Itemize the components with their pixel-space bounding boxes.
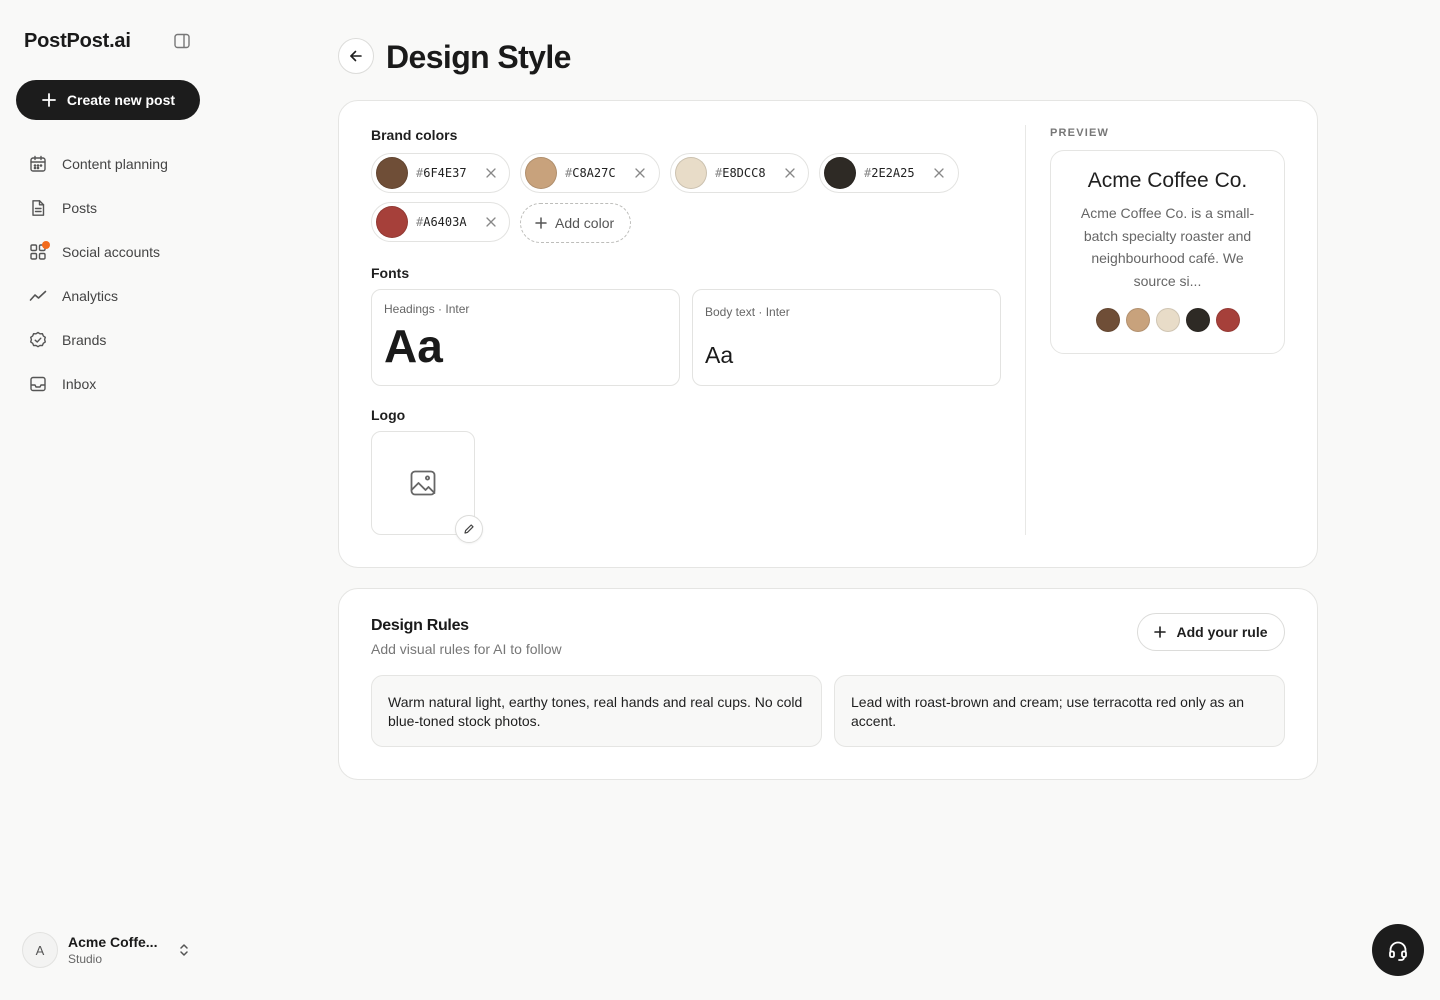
design-rule-item[interactable]: Lead with roast-brown and cream; use ter… xyxy=(834,675,1285,747)
sidebar-item-label: Analytics xyxy=(62,288,119,304)
image-icon xyxy=(410,470,436,496)
grid-icon xyxy=(28,241,50,262)
sidebar-item-brands[interactable]: Brands xyxy=(16,318,200,362)
color-chip[interactable]: #2E2A25 xyxy=(819,153,959,193)
color-hex[interactable]: #A6403A xyxy=(416,215,478,229)
body-font-selector[interactable]: Body text · Inter Aa xyxy=(692,289,1001,386)
headset-icon xyxy=(1389,941,1407,961)
add-rule-button[interactable]: Add your rule xyxy=(1137,613,1285,651)
preview-color-dot xyxy=(1155,308,1180,332)
sidebar-item-label: Content planning xyxy=(62,156,168,172)
avatar: A xyxy=(22,932,58,968)
preview-color-dot xyxy=(1215,308,1240,332)
design-rules-title: Design Rules xyxy=(371,617,469,634)
sidebar-item-analytics[interactable]: Analytics xyxy=(16,274,200,318)
brand-row: PostPost.ai xyxy=(24,28,192,54)
add-color-button[interactable]: Add color xyxy=(520,203,632,243)
back-button[interactable] xyxy=(338,38,374,74)
inbox-icon xyxy=(28,374,48,394)
sidebar-item-label: Brands xyxy=(62,332,107,348)
color-swatch[interactable] xyxy=(824,157,856,189)
page-title: Design Style xyxy=(386,39,571,75)
divider xyxy=(1025,125,1026,535)
color-swatch[interactable] xyxy=(675,157,707,189)
sidebar-item-label: Posts xyxy=(62,200,98,216)
fonts-label: Fonts xyxy=(371,265,410,281)
document-icon xyxy=(28,198,48,218)
close-icon[interactable] xyxy=(480,162,502,184)
color-hex[interactable]: #2E2A25 xyxy=(864,166,926,180)
close-icon[interactable] xyxy=(928,162,950,184)
sidebar-item-label: Social accounts xyxy=(62,244,161,260)
design-rules-card: Design Rules Add visual rules for AI to … xyxy=(338,588,1318,780)
preview-color-dot xyxy=(1125,308,1150,332)
body-font-sample: Aa xyxy=(705,342,734,368)
create-new-post-button[interactable]: Create new post xyxy=(16,80,200,120)
heading-font-sample: Aa xyxy=(384,320,443,372)
sidebar-item-label: Inbox xyxy=(62,376,97,392)
color-hex[interactable]: #C8A27C xyxy=(565,166,627,180)
preview-color-dot xyxy=(1095,308,1120,332)
support-button[interactable] xyxy=(1372,924,1424,976)
pencil-icon xyxy=(464,524,474,534)
color-swatch[interactable] xyxy=(376,157,408,189)
preview-color-dot xyxy=(1185,308,1210,332)
edit-logo-button[interactable] xyxy=(455,515,483,543)
close-icon[interactable] xyxy=(629,162,651,184)
account-switcher[interactable]: A Acme Coffe... Studio xyxy=(16,928,200,972)
heading-font-caption: Headings · Inter xyxy=(384,302,470,316)
color-chip[interactable]: #A6403A xyxy=(371,202,510,242)
plus-icon xyxy=(535,217,547,229)
color-chip[interactable]: #E8DCC8 xyxy=(670,153,809,193)
preview-description: Acme Coffee Co. is a small-batch special… xyxy=(1080,205,1255,289)
body-font-caption: Body text · Inter xyxy=(705,305,790,319)
account-plan: Studio xyxy=(68,952,103,966)
preview-color-dots xyxy=(1051,308,1284,332)
calendar-icon xyxy=(28,154,48,174)
sidebar-item-content-planning[interactable]: Content planning xyxy=(16,142,200,186)
sidebar-item-inbox[interactable]: Inbox xyxy=(16,362,200,406)
notification-dot xyxy=(42,241,50,249)
color-chip[interactable]: #6F4E37 xyxy=(371,153,510,193)
account-info: Acme Coffe... Studio xyxy=(68,934,168,966)
chevron-up-down-icon xyxy=(176,940,192,960)
sidebar-toggle-icon[interactable] xyxy=(172,31,192,51)
design-rules-subtitle: Add visual rules for AI to follow xyxy=(371,641,562,657)
color-hex[interactable]: #E8DCC8 xyxy=(715,166,777,180)
color-swatch[interactable] xyxy=(376,206,408,238)
color-chip[interactable]: #C8A27C xyxy=(520,153,660,193)
plus-icon xyxy=(42,93,56,107)
sidebar-nav: Content planning Posts Social accounts A… xyxy=(16,142,200,406)
sidebar-item-posts[interactable]: Posts xyxy=(16,186,200,230)
design-rule-item[interactable]: Warm natural light, earthy tones, real h… xyxy=(371,675,822,747)
logo-label: Logo xyxy=(371,407,406,423)
account-name: Acme Coffe... xyxy=(68,934,158,950)
close-icon[interactable] xyxy=(779,162,801,184)
trend-line-icon xyxy=(28,286,48,306)
preview-brand-name: Acme Coffee Co. xyxy=(1087,169,1248,192)
plus-icon xyxy=(1154,626,1167,638)
create-new-post-label: Create new post xyxy=(66,92,176,108)
sidebar: PostPost.ai Create new post Content plan… xyxy=(0,0,216,1000)
color-swatch[interactable] xyxy=(525,157,557,189)
add-color-label: Add color xyxy=(555,215,615,231)
brand-preview-card: Acme Coffee Co. Acme Coffee Co. is a sma… xyxy=(1050,150,1285,354)
heading-font-selector[interactable]: Headings · Inter Aa xyxy=(371,289,680,386)
close-icon[interactable] xyxy=(480,211,502,233)
color-hex[interactable]: #6F4E37 xyxy=(416,166,478,180)
sidebar-item-social-accounts[interactable]: Social accounts xyxy=(16,230,200,274)
app-logo[interactable]: PostPost.ai xyxy=(24,30,131,53)
design-style-card: Brand colors #6F4E37 #C8A27C #E8DCC8 #2E… xyxy=(338,100,1318,568)
badge-check-icon xyxy=(28,330,48,350)
arrow-left-icon xyxy=(350,50,362,62)
preview-label: PREVIEW xyxy=(1050,127,1110,139)
add-rule-label: Add your rule xyxy=(1176,624,1268,640)
brand-colors-label: Brand colors xyxy=(371,127,458,143)
